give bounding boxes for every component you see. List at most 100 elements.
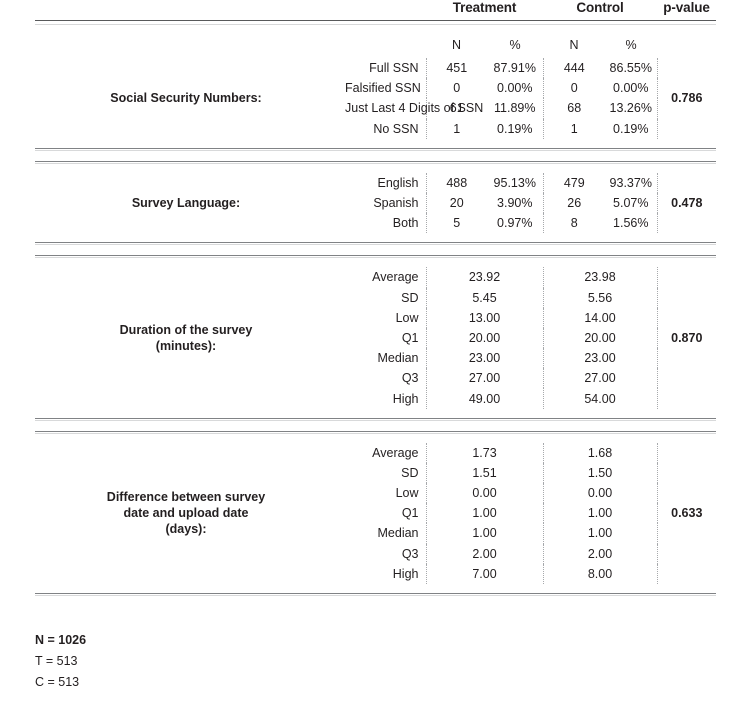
subheader-row: N % N % <box>35 25 716 59</box>
cell-control-value: 1.00 <box>542 503 658 524</box>
cell-treatment-value: 20.00 <box>425 327 543 349</box>
section-gap <box>35 584 716 594</box>
statistics-table-container: Treatment Control p-value N % N % Social… <box>35 0 717 596</box>
table-footnotes: N = 1026 T = 513 C = 513 <box>35 630 86 693</box>
cell-treatment-value: 2.00 <box>425 543 543 564</box>
cell-treatment-value: 0.00 <box>425 483 543 504</box>
section-label-line2: date and upload date <box>123 506 249 521</box>
cell-treatment-value: 1.00 <box>425 503 543 524</box>
cell-control-value: 5.56 <box>542 287 658 308</box>
section-label-line1: Difference between survey <box>106 490 266 505</box>
row-sublabel: Falsified SSN <box>345 81 421 96</box>
header-spacer-sub <box>345 0 426 21</box>
table-bottom-rule <box>35 592 717 596</box>
cell-control-pct: 93.37% <box>609 175 652 190</box>
cell-control-pct: 13.26% <box>609 101 652 116</box>
table-row: Survey Language: English 488 95.13% 479 … <box>35 172 717 234</box>
cell-treatment-pct: 3.90% <box>497 196 533 211</box>
cell-control-n: 26 <box>542 192 605 214</box>
subheader-control-n: N <box>569 38 579 52</box>
cell-control-n: 1 <box>542 118 605 139</box>
row-sublabel: Average <box>372 445 419 460</box>
row-sublabel: Q3 <box>401 371 419 386</box>
section-gap <box>35 420 716 431</box>
header-spacer <box>35 0 345 21</box>
cell-treatment-value: 49.00 <box>425 388 543 409</box>
row-sublabel: Spanish <box>373 196 419 211</box>
cell-treatment-pct: 95.13% <box>493 175 536 190</box>
cell-control-n: 8 <box>542 213 605 234</box>
table-row: Difference between survey date and uploa… <box>35 442 717 584</box>
cell-treatment-n: 488 <box>425 172 487 193</box>
cell-control-n: 0 <box>542 78 605 99</box>
cell-treatment-pct: 0.97% <box>497 216 533 231</box>
row-sublabel: Low <box>395 310 419 325</box>
cell-pvalue-date-difference: 0.633 <box>656 442 717 584</box>
cell-control-n: 444 <box>542 58 605 79</box>
cell-control-pct: 5.07% <box>613 196 649 211</box>
cell-control-value: 0.00 <box>542 483 658 504</box>
subheader-control-pct: % <box>625 38 637 52</box>
cell-control-n: 68 <box>542 98 605 119</box>
cell-treatment-n: 1 <box>425 118 487 139</box>
cell-treatment-pct: 87.91% <box>493 61 536 76</box>
cell-control-value: 14.00 <box>542 307 658 328</box>
cell-treatment-value: 23.00 <box>425 348 543 369</box>
cell-control-value: 23.98 <box>542 267 658 288</box>
section-gap <box>35 433 716 443</box>
cell-treatment-value: 7.00 <box>425 563 543 584</box>
row-sublabel: Q3 <box>401 546 419 561</box>
row-sublabel: Full SSN <box>369 61 419 76</box>
cell-treatment-pct: 11.89% <box>494 101 536 116</box>
section-label-line2: (minutes): <box>155 338 217 353</box>
section-label-ssn: Social Security Numbers: <box>110 91 262 106</box>
section-gap <box>35 150 716 161</box>
row-sublabel: High <box>392 391 419 406</box>
section-gap <box>35 139 716 149</box>
subheader-pvalue-spacer <box>657 25 716 59</box>
cell-treatment-pct: 0.00% <box>497 81 533 96</box>
cell-control-pct: 0.19% <box>613 121 649 136</box>
cell-control-pct: 86.55% <box>609 61 652 76</box>
table-figure: Treatment Control p-value N % N % Social… <box>0 0 736 710</box>
cell-control-value: 54.00 <box>542 388 658 409</box>
section-gap <box>35 409 716 419</box>
cell-control-n: 479 <box>542 172 605 193</box>
cell-treatment-value: 5.45 <box>425 287 543 308</box>
cell-control-value: 8.00 <box>542 563 658 584</box>
row-sublabel: SD <box>401 465 419 480</box>
cell-treatment-n: 451 <box>425 58 487 79</box>
section-gap <box>35 258 716 268</box>
footnote-treatment: T = 513 <box>35 654 78 668</box>
cell-pvalue-duration: 0.870 <box>656 267 717 409</box>
subheader-treatment-n: N <box>451 38 462 52</box>
row-sublabel: Q1 <box>401 506 419 521</box>
subheader-treatment-pct: % <box>509 38 521 52</box>
section-label-date-difference: Difference between survey date and uploa… <box>35 443 345 584</box>
header-treatment: Treatment <box>452 0 517 15</box>
cell-pvalue-ssn: 0.786 <box>656 58 717 139</box>
cell-treatment-n: 5 <box>425 213 487 234</box>
header-control: Control <box>576 0 624 15</box>
cell-treatment-value: 27.00 <box>425 368 543 389</box>
row-sublabel: English <box>377 175 419 190</box>
row-sublabel: Q1 <box>401 330 419 345</box>
row-sublabel: SD <box>401 290 419 305</box>
cell-control-value: 20.00 <box>542 327 658 349</box>
cell-treatment-value: 1.73 <box>425 442 543 463</box>
row-sublabel: No SSN <box>373 121 419 136</box>
section-label-line1: Duration of the survey <box>119 322 253 337</box>
cell-control-value: 2.00 <box>542 543 658 564</box>
section-gap <box>35 245 716 256</box>
cell-control-value: 1.68 <box>542 442 658 463</box>
subheader-spacer <box>35 25 345 59</box>
section-label-survey-language: Survey Language: <box>131 196 241 211</box>
statistics-table: Treatment Control p-value N % N % Social… <box>35 0 717 596</box>
cell-control-value: 27.00 <box>542 368 658 389</box>
row-sublabel: Both <box>392 216 419 231</box>
cell-treatment-value: 1.00 <box>425 523 543 544</box>
table-header-row: Treatment Control p-value <box>35 0 716 21</box>
cell-control-pct: 1.56% <box>613 216 649 231</box>
table-row: Duration of the survey (minutes): Averag… <box>35 267 717 409</box>
header-pvalue: p-value <box>663 0 710 15</box>
